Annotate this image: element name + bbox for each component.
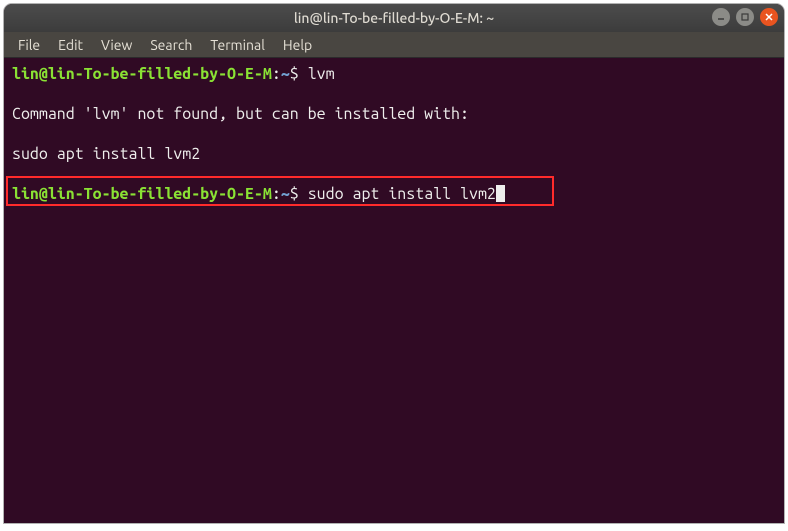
menubar: File Edit View Search Terminal Help [4,32,784,58]
window-controls [712,8,778,26]
titlebar: lin@lin-To-be-filled-by-O-E-M: ~ [4,4,784,32]
menu-edit[interactable]: Edit [50,35,91,55]
menu-search[interactable]: Search [142,35,200,55]
minimize-button[interactable] [712,8,730,26]
menu-terminal[interactable]: Terminal [202,35,273,55]
command-text: sudo apt install lvm2 [299,185,496,203]
terminal-window: lin@lin-To-be-filled-by-O-E-M: ~ File Ed… [4,4,784,523]
menu-view[interactable]: View [93,35,140,55]
prompt-userhost: lin@lin-To-be-filled-by-O-E-M [12,185,272,203]
terminal-output-2: sudo apt install lvm2 [12,144,776,164]
terminal-blank-2 [12,124,776,144]
terminal-area[interactable]: lin@lin-To-be-filled-by-O-E-M:~$ lvm Com… [4,58,784,523]
maximize-button[interactable] [736,8,754,26]
menu-help[interactable]: Help [275,35,320,55]
prompt-path: ~ [281,65,290,83]
terminal-blank-3 [12,164,776,184]
terminal-blank-1 [12,84,776,104]
menu-file[interactable]: File [10,35,48,55]
window-title: lin@lin-To-be-filled-by-O-E-M: ~ [4,10,784,26]
terminal-line-1: lin@lin-To-be-filled-by-O-E-M:~$ lvm [12,64,776,84]
close-icon [764,12,774,22]
terminal-output-1: Command 'lvm' not found, but can be inst… [12,104,776,124]
cursor-block [496,185,505,202]
prompt-sigil: $ [290,65,299,83]
prompt-path: ~ [281,185,290,203]
prompt-colon: : [272,185,281,203]
prompt-userhost: lin@lin-To-be-filled-by-O-E-M [12,65,272,83]
maximize-icon [740,12,750,22]
prompt-sigil: $ [290,185,299,203]
command-text: lvm [299,65,335,83]
prompt-colon: : [272,65,281,83]
minimize-icon [716,12,726,22]
terminal-line-2: lin@lin-To-be-filled-by-O-E-M:~$ sudo ap… [12,184,776,204]
close-button[interactable] [760,8,778,26]
